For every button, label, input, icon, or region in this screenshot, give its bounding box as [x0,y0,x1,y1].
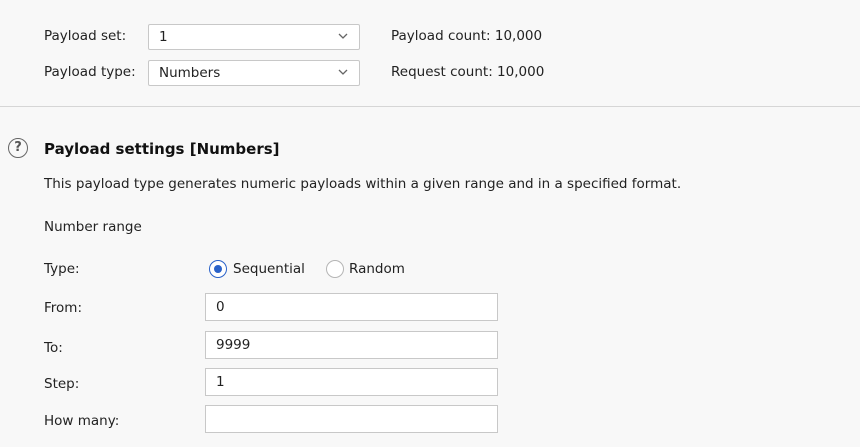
payload-set-select[interactable]: 1 [148,24,360,50]
payload-type-select[interactable]: Numbers [148,60,360,86]
number-range-label: Number range [44,219,142,235]
sequential-radio-label[interactable]: Sequential [233,261,305,277]
how-many-input[interactable] [205,405,498,433]
payload-type-value: Numbers [159,65,221,81]
to-label: To: [44,340,63,356]
payload-count-label: Payload count: 10,000 [391,28,543,44]
type-label: Type: [44,261,80,277]
payload-set-value: 1 [159,29,168,45]
payload-settings-title: Payload settings [Numbers] [44,140,280,158]
random-radio-label[interactable]: Random [349,261,405,277]
request-count-label: Request count: 10,000 [391,64,545,80]
chevron-down-icon [338,69,348,75]
step-input[interactable] [205,368,498,396]
to-input[interactable] [205,331,498,359]
how-many-label: How many: [44,413,120,429]
help-icon[interactable]: ? [8,138,28,158]
payload-type-label: Payload type: [44,64,136,80]
random-radio[interactable] [326,260,344,278]
sequential-radio[interactable] [209,260,227,278]
payload-set-label: Payload set: [44,28,127,44]
from-label: From: [44,300,82,316]
step-label: Step: [44,376,80,392]
payload-config-panel: Payload set: 1 Payload count: 10,000 Pay… [0,0,860,107]
chevron-down-icon [338,33,348,39]
payload-settings-description: This payload type generates numeric payl… [44,176,682,192]
from-input[interactable] [205,293,498,321]
